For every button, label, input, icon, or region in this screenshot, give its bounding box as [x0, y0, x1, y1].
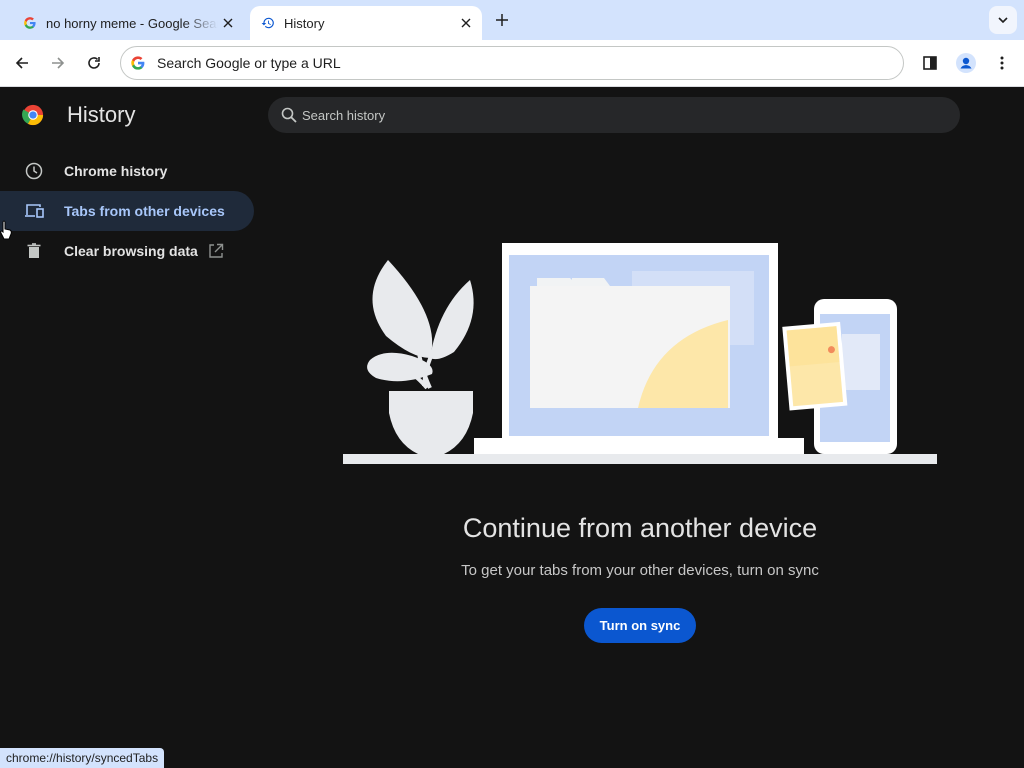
tab-strip: no horny meme - Google Search History	[0, 0, 1024, 40]
clock-icon	[24, 161, 44, 181]
empty-state-heading: Continue from another device	[462, 513, 818, 543]
sidebar-item-label: Clear browsing data	[64, 243, 198, 259]
omnibox[interactable]	[120, 46, 904, 80]
devices-illustration	[343, 243, 937, 464]
tab-title: no horny meme - Google Search	[46, 15, 218, 31]
sidebar-item-clear-browsing-data[interactable]: Clear browsing data	[0, 231, 254, 271]
browser-toolbar	[0, 40, 1024, 87]
sidebar: History Chrome history Tabs from other d…	[0, 88, 262, 768]
side-panel-icon	[923, 56, 937, 70]
arrow-right-icon	[52, 57, 65, 69]
external-link-icon	[208, 243, 224, 259]
shelf	[343, 454, 937, 464]
google-g-icon	[22, 15, 38, 31]
search-icon	[280, 106, 298, 124]
plus-icon	[496, 14, 508, 26]
reload-icon	[88, 57, 100, 69]
reload-button[interactable]	[81, 50, 107, 76]
laptop	[474, 243, 804, 454]
google-g-icon	[129, 54, 147, 72]
sidebar-item-label: Chrome history	[64, 163, 168, 179]
side-panel-button[interactable]	[917, 50, 943, 76]
close-tab-icon[interactable]	[218, 13, 238, 33]
menu-button[interactable]	[989, 50, 1015, 76]
history-icon	[260, 15, 276, 31]
profile-button[interactable]	[953, 50, 979, 76]
avatar-icon	[956, 53, 976, 73]
tab-title: History	[284, 15, 325, 31]
turn-on-sync-button[interactable]: Turn on sync	[584, 608, 696, 643]
new-tab-button[interactable]	[490, 10, 514, 30]
sidebar-item-label: Tabs from other devices	[64, 203, 225, 219]
back-button[interactable]	[9, 50, 35, 76]
trash-icon	[24, 241, 44, 261]
page-title: History	[67, 102, 136, 127]
sidebar-item-chrome-history[interactable]: Chrome history	[0, 151, 254, 191]
search-history-input[interactable]	[302, 107, 902, 123]
history-page: History Chrome history Tabs from other d…	[0, 88, 1024, 768]
sidebar-item-tabs-from-other-devices[interactable]: Tabs from other devices	[0, 191, 254, 231]
empty-state-description: To get your tabs from your other devices…	[461, 562, 819, 579]
devices-icon	[24, 201, 44, 221]
tab-search-button[interactable]	[989, 6, 1017, 34]
tab-history[interactable]: History	[250, 6, 482, 40]
search-history-bar[interactable]	[268, 97, 960, 133]
plant	[367, 260, 474, 454]
status-bar-url: chrome://history/syncedTabs	[0, 748, 165, 768]
chrome-logo-icon	[22, 104, 44, 126]
hand-cursor-icon	[0, 220, 12, 240]
phone	[782, 299, 897, 454]
omnibox-input[interactable]	[157, 55, 857, 71]
chevron-down-icon	[998, 17, 1008, 23]
kebab-menu-icon	[1000, 56, 1004, 70]
forward-button[interactable]	[45, 50, 71, 76]
tab-google-search[interactable]: no horny meme - Google Search	[8, 6, 244, 40]
arrow-left-icon	[15, 57, 28, 69]
close-tab-icon[interactable]	[456, 13, 476, 33]
